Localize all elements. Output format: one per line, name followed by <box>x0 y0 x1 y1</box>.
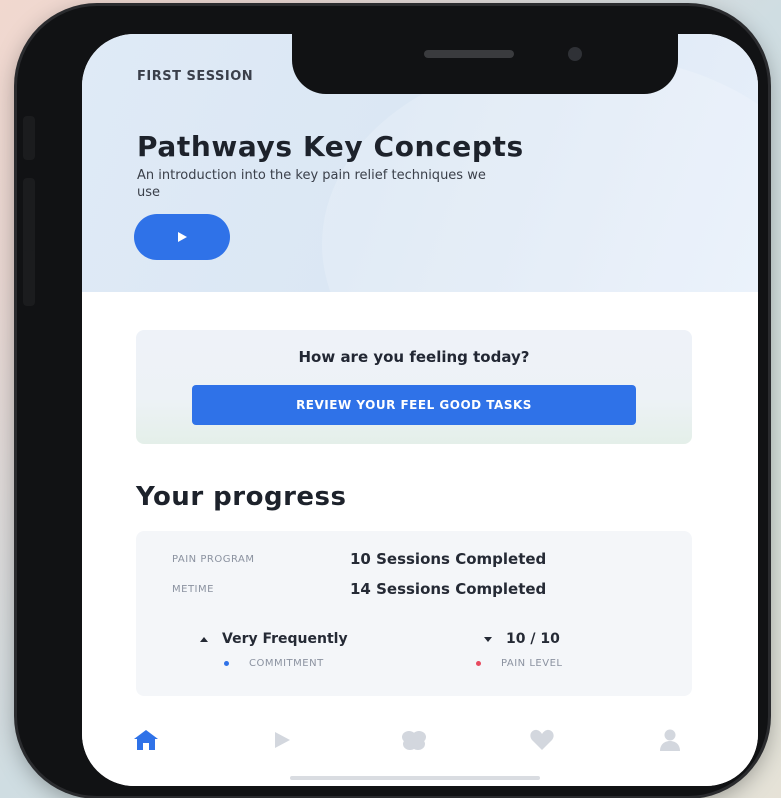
app-screen: FIRST SESSION Pathways Key Concepts An i… <box>82 34 758 786</box>
review-feel-good-tasks-button[interactable]: REVIEW YOUR FEEL GOOD TASKS <box>192 385 636 425</box>
pain-level-value: 10 / 10 <box>506 631 560 647</box>
commitment-stat: Very Frequently <box>200 631 348 647</box>
notch <box>292 34 678 94</box>
trend-up-icon <box>200 636 208 642</box>
progress-card: PAIN PROGRAM 10 Sessions Completed METIM… <box>136 531 692 696</box>
play-icon <box>275 732 290 748</box>
play-session-button[interactable] <box>134 214 230 260</box>
tab-mind[interactable] <box>392 718 436 762</box>
pain-program-label: PAIN PROGRAM <box>172 554 255 565</box>
phone-frame: FIRST SESSION Pathways Key Concepts An i… <box>17 6 768 796</box>
profile-icon <box>660 729 680 751</box>
commitment-value: Very Frequently <box>222 631 348 647</box>
home-indicator[interactable] <box>290 776 540 780</box>
commitment-dot-icon <box>224 660 229 666</box>
session-subtitle: An introduction into the key pain relief… <box>137 168 486 200</box>
tab-home[interactable] <box>124 718 168 762</box>
pain-level-dot-icon <box>476 660 481 666</box>
progress-heading: Your progress <box>136 482 347 512</box>
tab-sessions[interactable] <box>260 718 304 762</box>
commitment-label-row: COMMITMENT <box>224 658 324 669</box>
mute-switch <box>23 116 35 160</box>
front-camera <box>568 47 582 61</box>
speaker-grille <box>424 50 514 58</box>
trend-down-icon <box>484 636 492 642</box>
play-icon <box>178 232 187 242</box>
home-icon <box>134 730 158 750</box>
brain-icon <box>402 731 426 750</box>
bottom-tab-bar <box>82 696 758 786</box>
session-title: Pathways Key Concepts <box>137 130 524 163</box>
metime-value: 14 Sessions Completed <box>350 580 547 598</box>
pain-level-label: PAIN LEVEL <box>501 658 563 669</box>
volume-down-button <box>23 250 35 306</box>
session-eyebrow: FIRST SESSION <box>137 69 254 84</box>
pain-program-value: 10 Sessions Completed <box>350 550 547 568</box>
metime-label: METIME <box>172 584 214 595</box>
feeling-card: How are you feeling today? REVIEW YOUR F… <box>136 330 692 444</box>
tab-profile[interactable] <box>648 718 692 762</box>
tab-favorites[interactable] <box>520 718 564 762</box>
heart-icon <box>530 729 554 750</box>
pain-level-label-row: PAIN LEVEL <box>476 658 562 669</box>
commitment-label: COMMITMENT <box>249 658 324 669</box>
feeling-question: How are you feeling today? <box>298 348 530 366</box>
pain-level-stat: 10 / 10 <box>484 631 560 647</box>
